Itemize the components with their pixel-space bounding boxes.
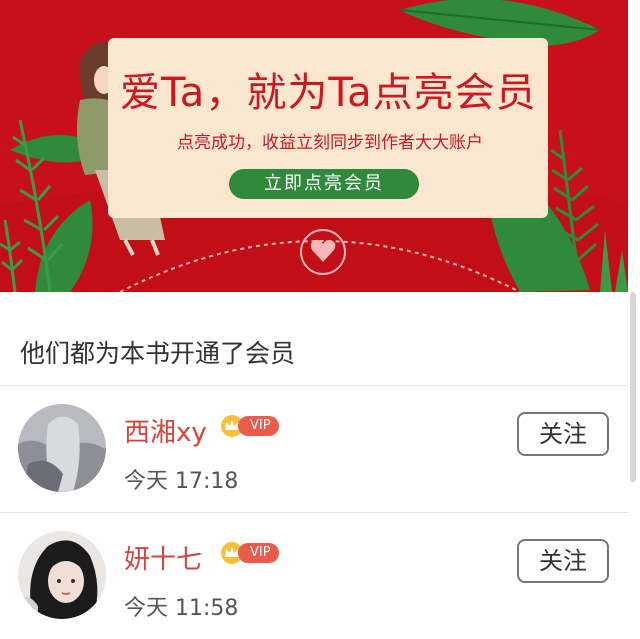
- activate-membership-button[interactable]: 立即点亮会员: [229, 169, 419, 199]
- member-row[interactable]: 妍十七 VIP 今天 11:58 关注: [0, 513, 628, 639]
- scrollbar-thumb[interactable]: [630, 292, 636, 482]
- avatar[interactable]: [18, 531, 106, 619]
- member-time: 今天 17:18: [124, 469, 239, 494]
- member-time: 今天 11:58: [124, 596, 239, 621]
- section-title: 他们都为本书开通了会员: [20, 339, 296, 368]
- banner-edge: [628, 0, 640, 292]
- member-name[interactable]: 妍十七: [124, 539, 202, 576]
- member-name[interactable]: 西湘xy: [124, 412, 207, 449]
- vip-badge: VIP: [220, 414, 279, 438]
- member-banner[interactable]: 爱Ta，就为Ta点亮会员 点亮成功，收益立刻同步到作者大大账户 立即点亮会员: [0, 0, 640, 292]
- banner-title: 爱Ta，就为Ta点亮会员: [120, 70, 537, 116]
- vip-label: VIP: [238, 416, 279, 436]
- avatar[interactable]: [18, 404, 106, 492]
- member-row[interactable]: 西湘xy VIP 今天 17:18 关注: [0, 386, 628, 512]
- follow-button[interactable]: 关注: [517, 412, 609, 456]
- follow-button[interactable]: 关注: [517, 539, 609, 583]
- vip-label: VIP: [238, 543, 279, 563]
- vip-badge: VIP: [220, 541, 279, 565]
- banner-subtitle: 点亮成功，收益立刻同步到作者大大账户: [177, 133, 483, 153]
